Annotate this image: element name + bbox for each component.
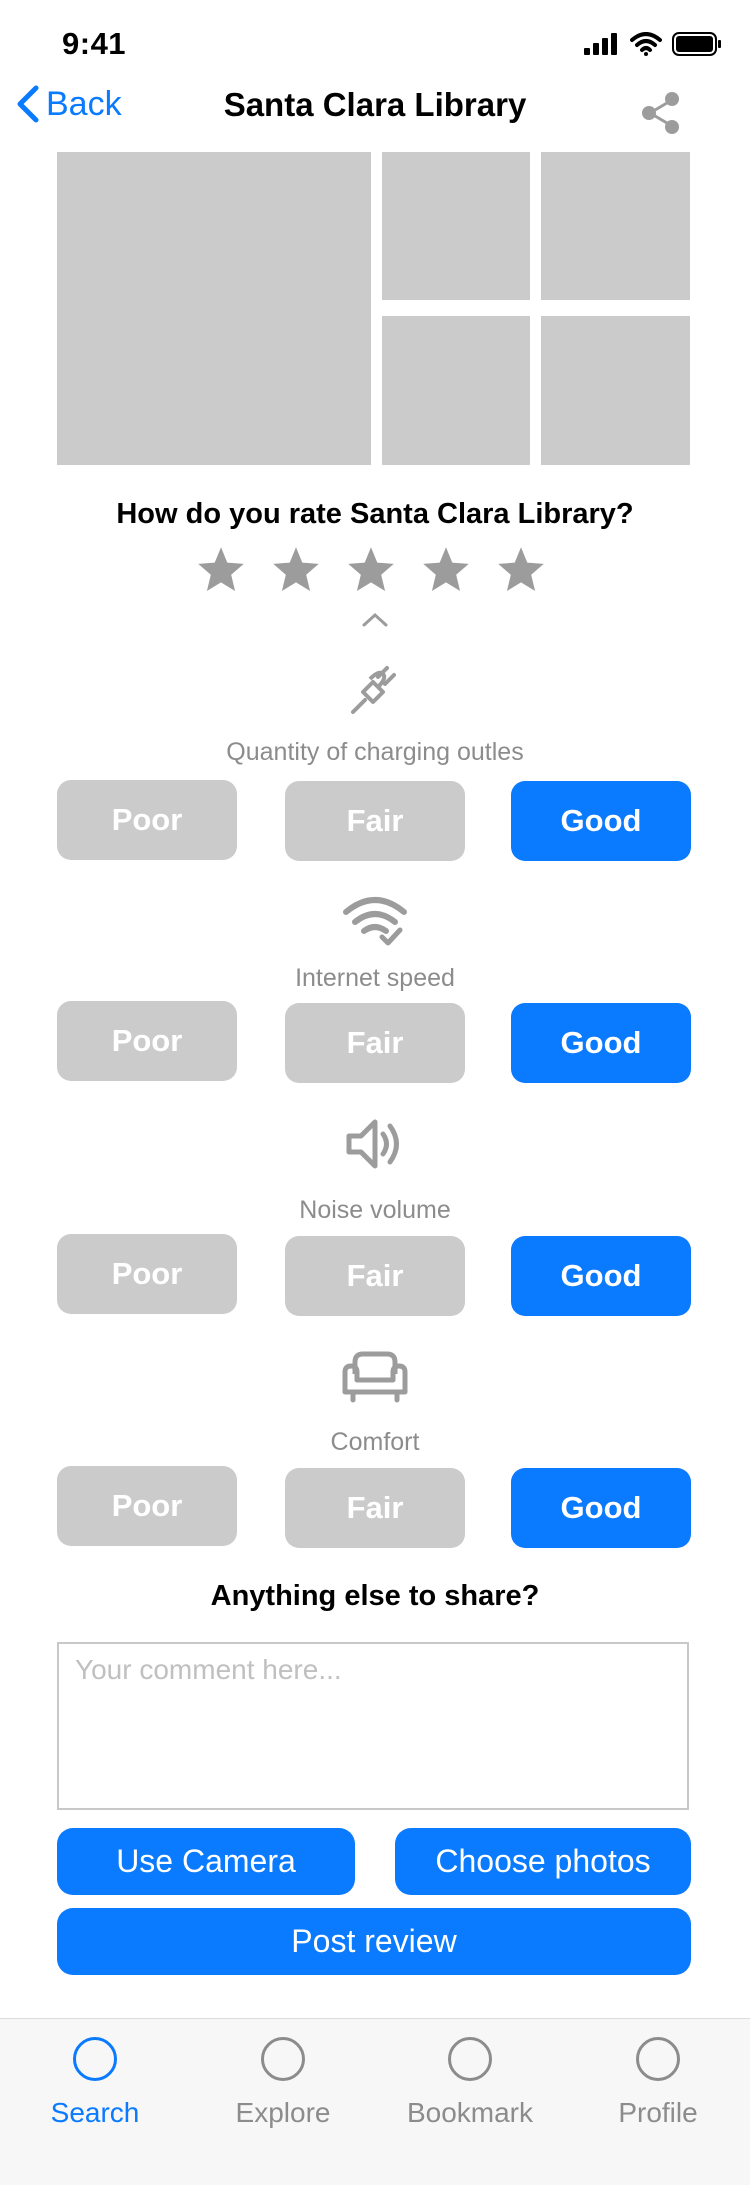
category-label-internet: Internet speed <box>295 964 455 992</box>
poor-button[interactable]: Poor <box>57 1001 237 1081</box>
comment-question: Anything else to share? <box>210 1580 540 1612</box>
wifi-status-icon <box>630 32 662 56</box>
battery-icon <box>672 32 721 56</box>
category-icon-wrapper <box>0 1114 750 1179</box>
good-button[interactable]: Good <box>511 781 691 861</box>
tab-profile[interactable]: Profile <box>578 2037 738 2129</box>
fair-button[interactable]: Fair <box>285 1468 465 1548</box>
poor-button[interactable]: Poor <box>57 780 237 860</box>
status-icons <box>584 32 722 56</box>
search-tab-icon <box>73 2037 117 2081</box>
profile-tab-icon <box>636 2037 680 2081</box>
rating-question: How do you rate Santa Clara Library? <box>116 498 634 530</box>
good-button[interactable]: Good <box>511 1236 691 1316</box>
plug-icon <box>351 666 396 714</box>
tab-search[interactable]: Search <box>15 2037 175 2129</box>
comment-field[interactable] <box>57 1642 689 1810</box>
fair-button[interactable]: Fair <box>285 781 465 861</box>
fair-button[interactable]: Fair <box>285 1003 465 1083</box>
good-button[interactable]: Good <box>511 1003 691 1083</box>
share-button[interactable] <box>636 88 686 138</box>
choose-photos-button[interactable]: Choose photos <box>395 1828 691 1895</box>
photo-thumb[interactable] <box>541 316 690 465</box>
star-rating[interactable] <box>195 544 547 596</box>
category-icon-wrapper <box>0 660 750 725</box>
tab-label: Bookmark <box>406 2097 534 2128</box>
category-label-comfort: Comfort <box>330 1428 420 1456</box>
status-time: 9:41 <box>62 26 127 61</box>
signal-icon <box>584 33 617 55</box>
star-icon[interactable] <box>495 544 547 596</box>
good-button[interactable]: Good <box>511 1468 691 1548</box>
share-icon <box>642 92 679 134</box>
poor-button[interactable]: Poor <box>57 1234 237 1314</box>
tab-explore[interactable]: Explore <box>203 2037 363 2129</box>
tab-label: Search <box>50 2097 140 2128</box>
star-icon[interactable] <box>420 544 472 596</box>
photo-thumb[interactable] <box>382 152 530 300</box>
armchair-icon <box>342 1351 408 1403</box>
category-icon-wrapper <box>0 892 750 957</box>
tab-label: Explore <box>235 2097 331 2128</box>
fair-button[interactable]: Fair <box>285 1236 465 1316</box>
poor-button[interactable]: Poor <box>57 1466 237 1546</box>
wifi-check-icon <box>343 897 407 946</box>
tab-bookmark[interactable]: Bookmark <box>390 2037 550 2129</box>
category-label-noise: Noise volume <box>299 1196 451 1224</box>
speaker-icon <box>346 1119 399 1169</box>
tab-label: Profile <box>618 2097 698 2128</box>
photo-thumb[interactable] <box>541 152 690 300</box>
star-icon[interactable] <box>270 544 322 596</box>
photo-thumb[interactable] <box>382 316 530 465</box>
photo-main[interactable] <box>57 152 371 465</box>
bookmark-tab-icon <box>448 2037 492 2081</box>
category-label-charging: Quantity of charging outles <box>226 738 524 766</box>
chevron-up-icon[interactable] <box>360 610 390 628</box>
star-icon[interactable] <box>195 544 247 596</box>
category-icon-wrapper <box>0 1348 750 1409</box>
explore-tab-icon <box>261 2037 305 2081</box>
tab-bar: Search Explore Bookmark Profile <box>0 2018 750 2185</box>
post-review-button[interactable]: Post review <box>57 1908 691 1975</box>
use-camera-button[interactable]: Use Camera <box>57 1828 355 1895</box>
star-icon[interactable] <box>345 544 397 596</box>
